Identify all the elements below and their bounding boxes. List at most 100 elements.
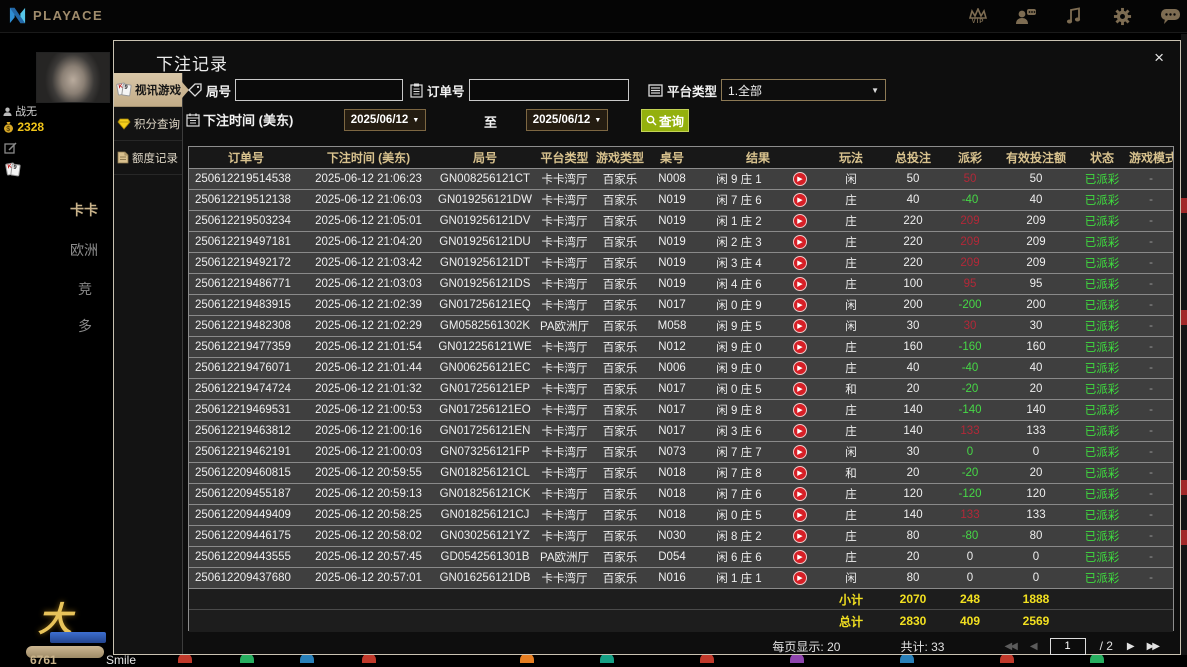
cell-status: 已派彩 (1084, 321, 1120, 333)
play-video-button[interactable]: ▶ (793, 571, 807, 585)
page-number-input[interactable]: 1 (1049, 637, 1086, 655)
cell-play: ▶ (781, 193, 819, 207)
platform-type-select[interactable]: 1.全部 ▼ (721, 79, 887, 101)
cell-round: GN019256121DW (438, 194, 532, 206)
play-video-button[interactable]: ▶ (793, 298, 807, 312)
cell-order: 250612219476071 (195, 362, 291, 374)
chat-icon[interactable] (1157, 3, 1183, 29)
tab-video-games[interactable]: K9 视讯游戏 (114, 73, 189, 107)
play-video-button[interactable]: ▶ (793, 466, 807, 480)
modal-content: 局号 订单号 平台类型 1.全部 ▼ 下注时间 (美东) 2025/06/12 … (184, 73, 1180, 655)
cell-status: 已派彩 (1084, 447, 1120, 459)
close-icon[interactable]: × (1154, 49, 1164, 66)
money-bag-icon: $ (4, 122, 13, 133)
cell-table: N016 (658, 572, 686, 584)
play-video-button[interactable]: ▶ (793, 172, 807, 186)
cell-result: 闲 7 庄 7 (716, 447, 762, 459)
bottom-number-fragment: 6761 (30, 653, 57, 667)
cell-round: GN012256121WE (438, 341, 532, 353)
settings-gear-icon[interactable] (1109, 3, 1135, 29)
play-video-button[interactable]: ▶ (793, 214, 807, 228)
vip-icon[interactable]: VIP (965, 3, 991, 29)
cell-platform: 卡卡湾厅 (541, 195, 588, 207)
column-header: 下注时间 (美东) (326, 151, 411, 165)
cell-pay: 30 (963, 320, 977, 332)
brand-logo[interactable]: PLAYACE (8, 6, 103, 25)
play-video-button[interactable]: ▶ (793, 193, 807, 207)
modal-sidebar: K9 视讯游戏 积分查询 额度记录 (114, 73, 189, 654)
play-video-button[interactable]: ▶ (793, 487, 807, 501)
cell-order: 250612219474724 (195, 383, 291, 395)
cell-game: 百家乐 (602, 510, 638, 522)
modal-title: 下注记录 (156, 55, 228, 74)
play-video-button[interactable]: ▶ (793, 508, 807, 522)
cell-order: 250612209437680 (195, 572, 291, 584)
username-fragment: 战无 (3, 103, 37, 119)
cell-round: GN018256121CK (439, 488, 531, 500)
play-video-button[interactable]: ▶ (793, 235, 807, 249)
cell-game: 百家乐 (602, 468, 638, 480)
play-video-button[interactable]: ▶ (793, 424, 807, 438)
nav-fragment-europe: 欧洲 (70, 242, 98, 258)
cell-play: 庄 (845, 279, 857, 291)
play-video-button[interactable]: ▶ (793, 340, 807, 354)
play-video-button[interactable]: ▶ (793, 529, 807, 543)
cell-order: 250612219514538 (195, 173, 291, 185)
cell-mode: - (1149, 278, 1153, 290)
cell-game: 百家乐 (602, 552, 638, 564)
last-page-button[interactable]: ▶▶ (1147, 641, 1160, 652)
date-to-picker[interactable]: 2025/06/12 ▼ (526, 109, 608, 131)
play-video-button[interactable]: ▶ (793, 277, 807, 291)
cell-status: 已派彩 (1084, 195, 1120, 207)
cell-game: 百家乐 (602, 384, 638, 396)
order-number-input[interactable] (468, 79, 629, 101)
column-header: 玩法 (838, 151, 863, 165)
play-video-button[interactable]: ▶ (793, 319, 807, 333)
cell-result: 闲 8 庄 2 (716, 531, 762, 543)
next-page-button[interactable]: ▶ (1127, 641, 1135, 652)
chevron-down-icon: ▼ (412, 116, 420, 124)
cell-table: N018 (658, 509, 686, 521)
music-icon[interactable] (1061, 3, 1087, 29)
cell-play: ▶ (781, 571, 819, 585)
playace-logo-icon (9, 7, 26, 24)
subtotal-row: 小计 2070 248 1888 (189, 589, 1173, 610)
play-video-button[interactable]: ▶ (793, 403, 807, 417)
tab-points-query[interactable]: 积分查询 (114, 107, 182, 141)
cell-order: 250612219477359 (195, 341, 291, 353)
first-page-button[interactable]: ◀◀ (1004, 641, 1017, 652)
column-header: 局号 (472, 151, 497, 165)
play-video-button[interactable]: ▶ (793, 256, 807, 270)
round-number-input[interactable] (235, 79, 404, 101)
customer-service-icon[interactable] (1013, 3, 1039, 29)
page-size-label: 每页显示: 20 (772, 639, 841, 654)
cell-round: GN016256121DB (439, 572, 531, 584)
cell-game: 百家乐 (602, 531, 638, 543)
user-avatar[interactable] (36, 52, 110, 103)
tab-quota-records[interactable]: 额度记录 (114, 141, 182, 175)
play-video-button[interactable]: ▶ (793, 445, 807, 459)
cell-platform: 卡卡湾厅 (541, 300, 588, 312)
cell-result: 闲 0 庄 5 (716, 510, 762, 522)
cell-status: 已派彩 (1084, 573, 1120, 585)
cell-pay: -140 (958, 404, 982, 416)
cell-time: 2025-06-12 20:59:13 (315, 488, 422, 500)
cell-mode: - (1149, 299, 1153, 311)
bottom-name-fragment: Smile (106, 653, 137, 667)
date-from-picker[interactable]: 2025/06/12 ▼ (344, 109, 426, 131)
play-video-button[interactable]: ▶ (793, 550, 807, 564)
cell-valid: 0 (1032, 572, 1040, 584)
cell-bet: 30 (906, 320, 920, 332)
play-video-button[interactable]: ▶ (793, 361, 807, 375)
cell-platform: 卡卡湾厅 (541, 237, 588, 249)
cell-result: 闲 9 庄 0 (716, 363, 762, 375)
cell-mode: - (1149, 215, 1153, 227)
cell-mode: - (1149, 173, 1153, 185)
cell-valid: 95 (1029, 278, 1043, 290)
cell-game: 百家乐 (602, 321, 638, 333)
search-button[interactable]: 查询 (641, 109, 689, 132)
cell-round: GN017256121EN (439, 425, 531, 437)
prev-page-button[interactable]: ◀ (1030, 641, 1038, 652)
play-video-button[interactable]: ▶ (793, 382, 807, 396)
cell-valid: 133 (1026, 425, 1046, 437)
